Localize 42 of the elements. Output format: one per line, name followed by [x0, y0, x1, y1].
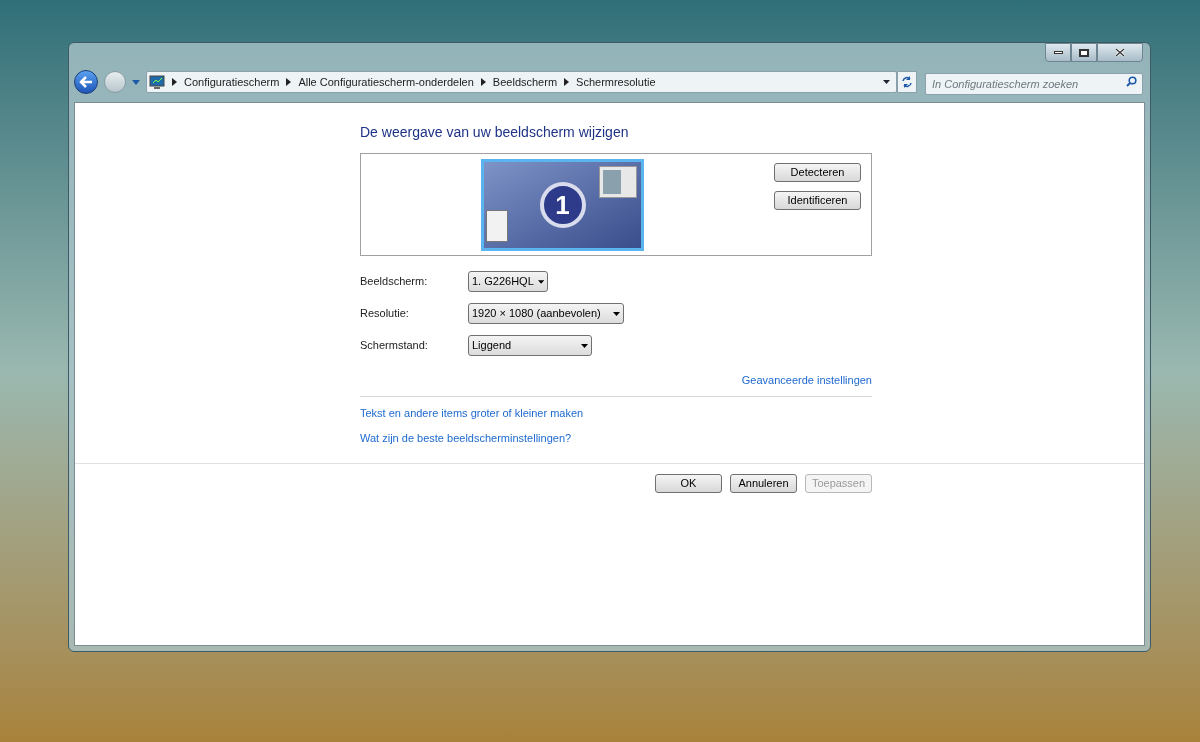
monitor-thumbnail[interactable]: 1	[481, 159, 644, 251]
dropdown-field[interactable]: 1920 × 1080 (aanbevolen)	[468, 303, 624, 324]
refresh-icon	[901, 76, 913, 88]
dropdown-field[interactable]: Liggend	[468, 335, 592, 356]
maximize-button[interactable]	[1071, 43, 1097, 62]
close-button[interactable]	[1097, 43, 1143, 62]
monitor-action-button[interactable]: Identificeren	[774, 191, 861, 210]
breadcrumb-link[interactable]: Alle Configuratiescherm-onderdelen	[298, 73, 474, 91]
dropdown-caret-icon	[613, 311, 620, 316]
page-title: De weergave van uw beeldscherm wijzigen	[360, 123, 630, 142]
monitor-action-button[interactable]: Detecteren	[774, 163, 861, 182]
field-label: Resolutie:	[360, 306, 410, 322]
search-icon	[1126, 76, 1137, 87]
chevron-icon[interactable]	[172, 78, 177, 86]
chevron-icon[interactable]	[286, 78, 292, 86]
back-arrow-icon	[79, 76, 93, 88]
dropdown-field[interactable]: 1. G226HQL	[468, 271, 548, 292]
dialog-button[interactable]: OK	[655, 473, 722, 493]
chevron-icon[interactable]	[480, 78, 486, 86]
help-link[interactable]: Tekst en andere items groter of kleiner maken	[360, 404, 584, 421]
dialog-button[interactable]: Annuleren	[730, 473, 797, 493]
refresh-button[interactable]	[897, 71, 917, 93]
back-button[interactable]	[74, 70, 98, 94]
window-thumbnail-icon	[599, 166, 637, 198]
dropdown-caret-icon	[581, 343, 588, 348]
breadcrumb-link[interactable]: Configuratiescherm	[184, 73, 280, 91]
field-label: Schermstand:	[360, 338, 429, 354]
dropdown-caret-icon[interactable]	[883, 80, 890, 84]
field-label: Beeldscherm:	[360, 274, 429, 290]
sidebar-thumbnail-icon	[486, 210, 508, 242]
minimize-button[interactable]	[1045, 43, 1071, 62]
chevron-icon[interactable]	[564, 78, 570, 86]
help-link[interactable]: Wat zijn de beste beeldscherminstellingen?	[360, 430, 572, 447]
advanced-settings-link[interactable]: Geavanceerde instellingen	[741, 372, 872, 389]
monitor-icon	[149, 74, 165, 90]
close-icon	[1115, 48, 1125, 57]
search-field[interactable]: In Configuratiescherm zoeken	[925, 73, 1143, 95]
breadcrumb-link[interactable]: Beeldscherm	[492, 73, 558, 91]
address-bar[interactable]: Configuratiescherm Alle Configuratiescherm-onderdelen Beeldscherm Schermresolutie	[146, 71, 897, 93]
breadcrumb-link[interactable]: Schermresolutie	[576, 73, 656, 91]
dropdown-caret-icon	[537, 279, 544, 284]
monitor-number-badge: 1	[539, 182, 586, 228]
